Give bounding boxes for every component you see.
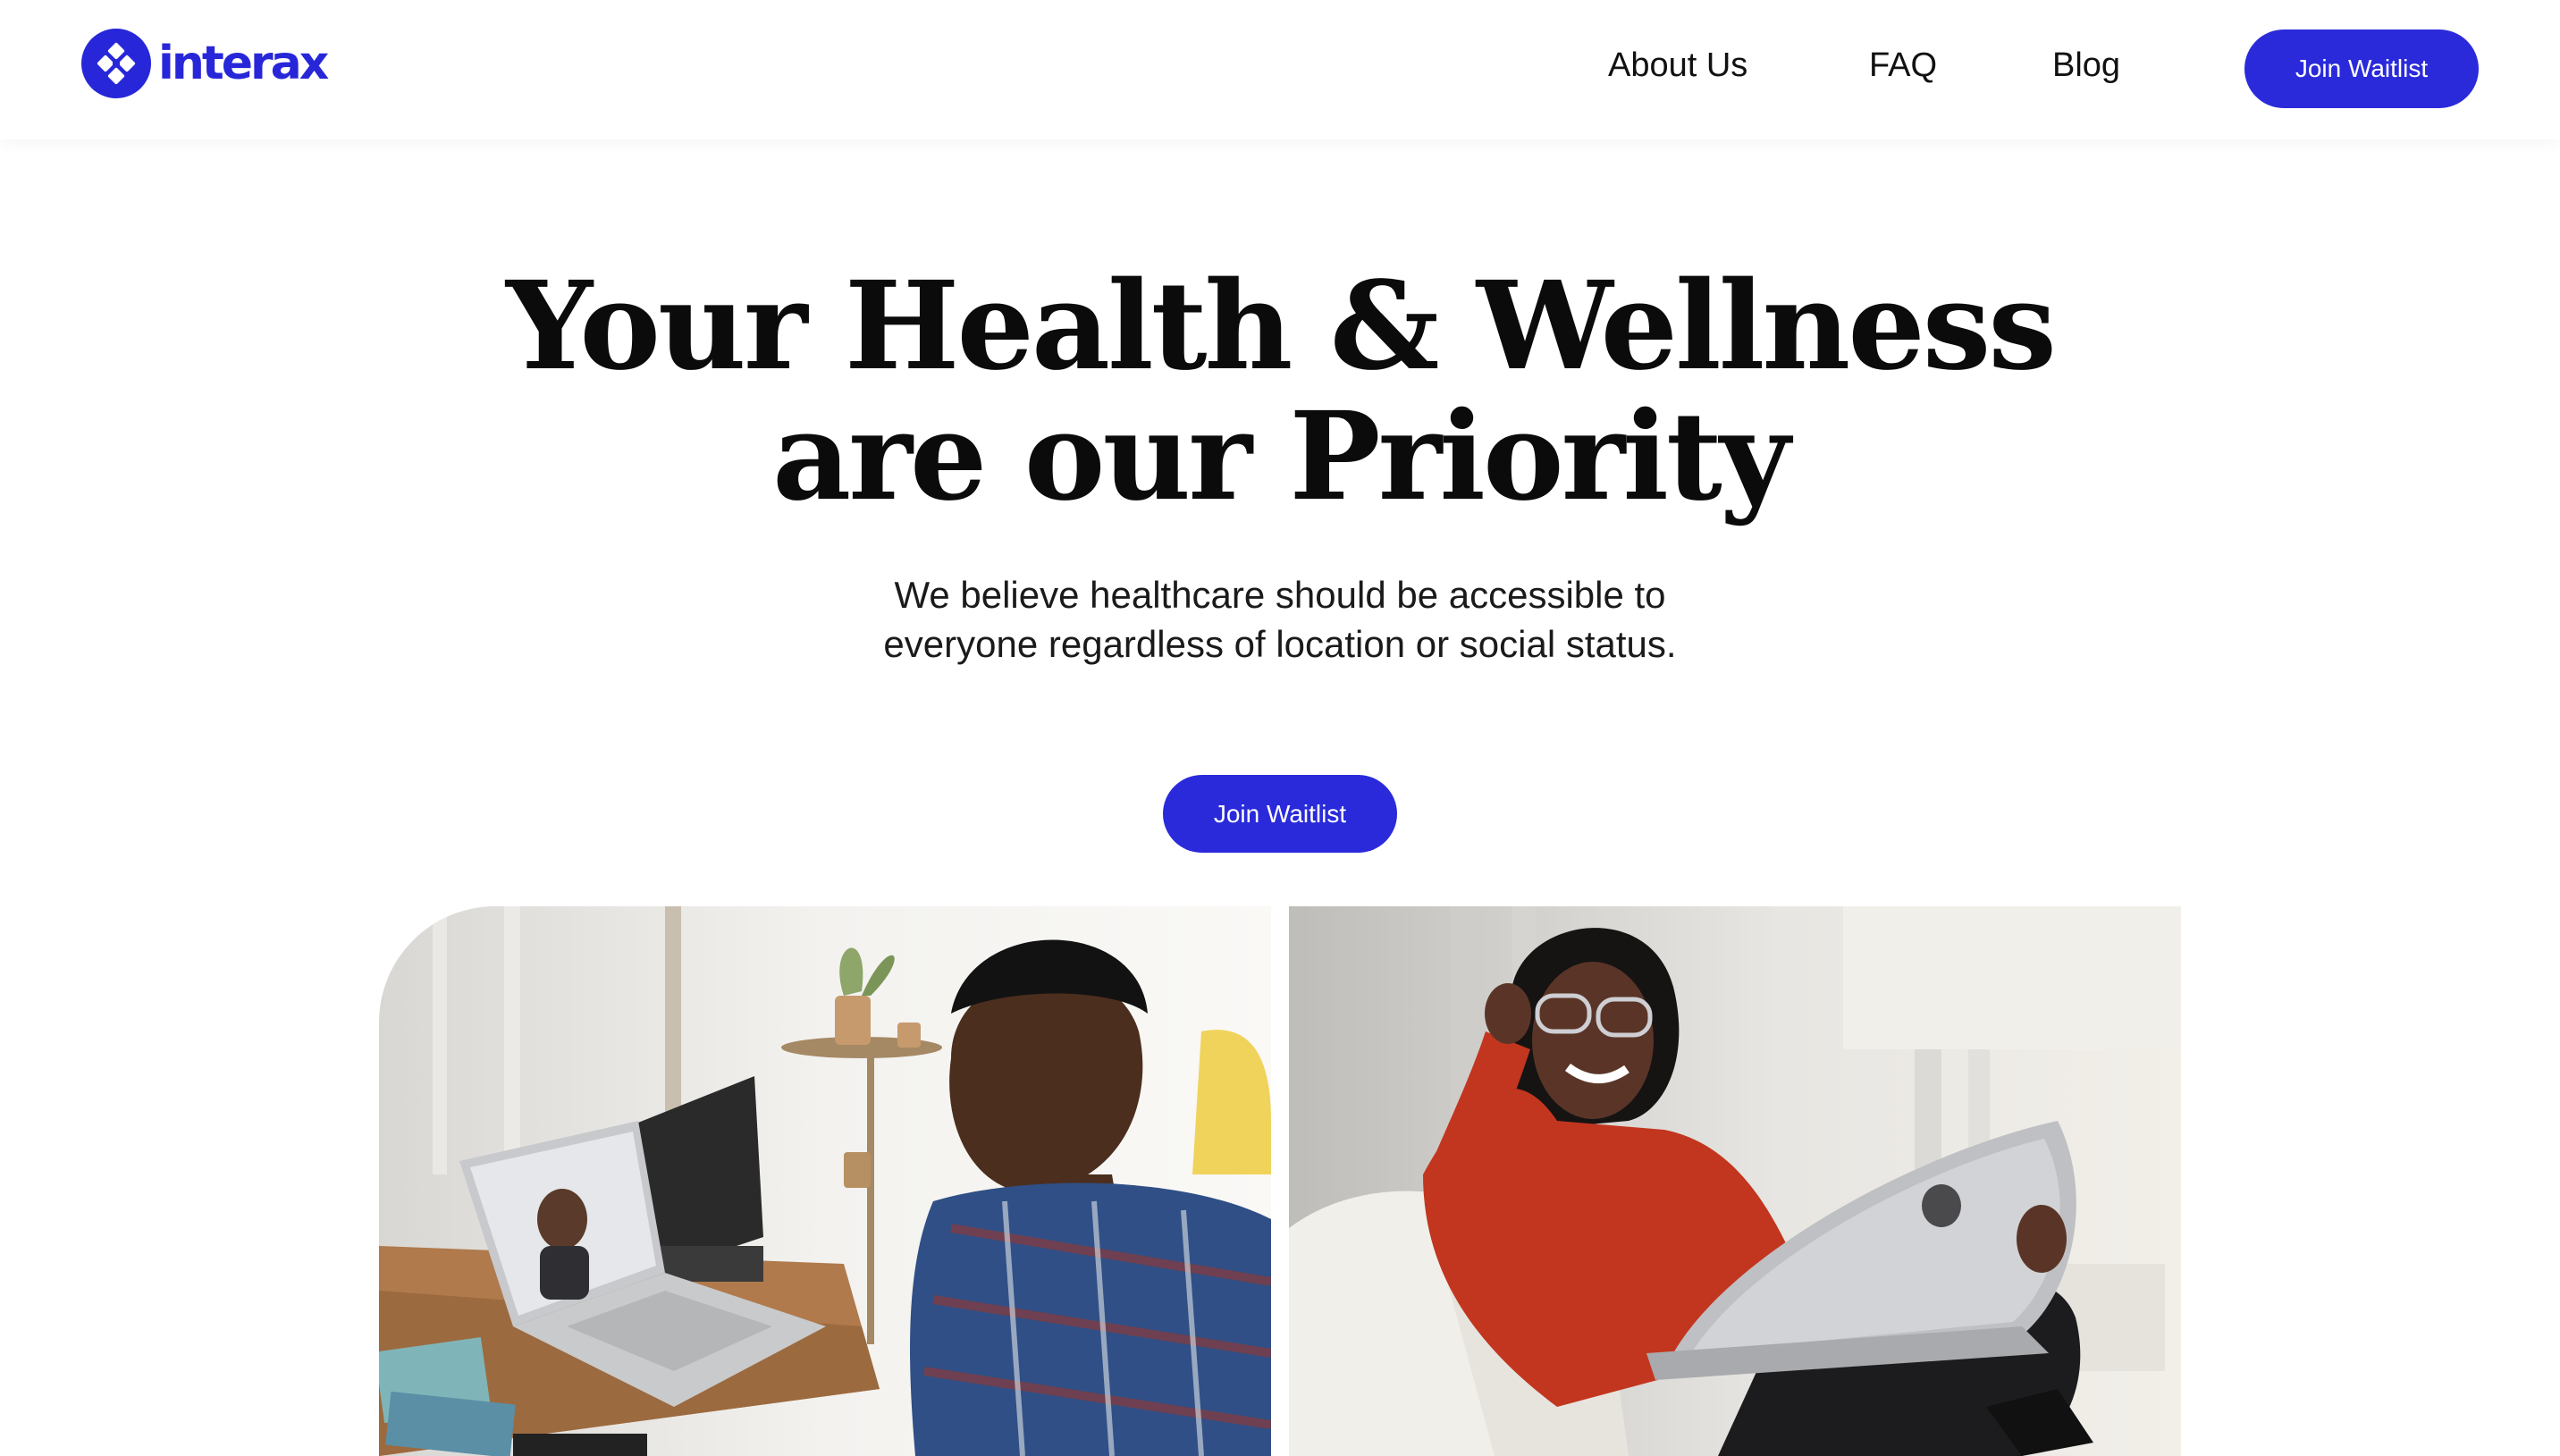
hero-title-line-2: are our Priority [772, 385, 1790, 528]
header-join-waitlist-button[interactable]: Join Waitlist [2244, 29, 2479, 108]
hero-subtitle-line-1: We believe healthcare should be accessib… [894, 574, 1666, 616]
nav-blog[interactable]: Blog [2052, 46, 2120, 85]
site-header: interax About Us FAQ Blog Join Waitlist [0, 0, 2560, 139]
man-video-call-photo [379, 906, 1271, 1456]
brand-name: interax [158, 37, 329, 90]
logo[interactable]: interax [81, 28, 329, 99]
nav-faq[interactable]: FAQ [1869, 46, 1937, 85]
hero-subtitle-line-2: everyone regardless of location or socia… [883, 623, 1677, 665]
hero-join-waitlist-button[interactable]: Join Waitlist [1163, 775, 1397, 853]
page: interax About Us FAQ Blog Join Waitlist … [0, 0, 2560, 1456]
woman-laptop-photo [1289, 906, 2181, 1456]
hero-title-line-1: Your Health & Wellness [506, 255, 2057, 398]
nav-about-us[interactable]: About Us [1608, 46, 1747, 85]
interax-logo-icon [81, 29, 151, 98]
